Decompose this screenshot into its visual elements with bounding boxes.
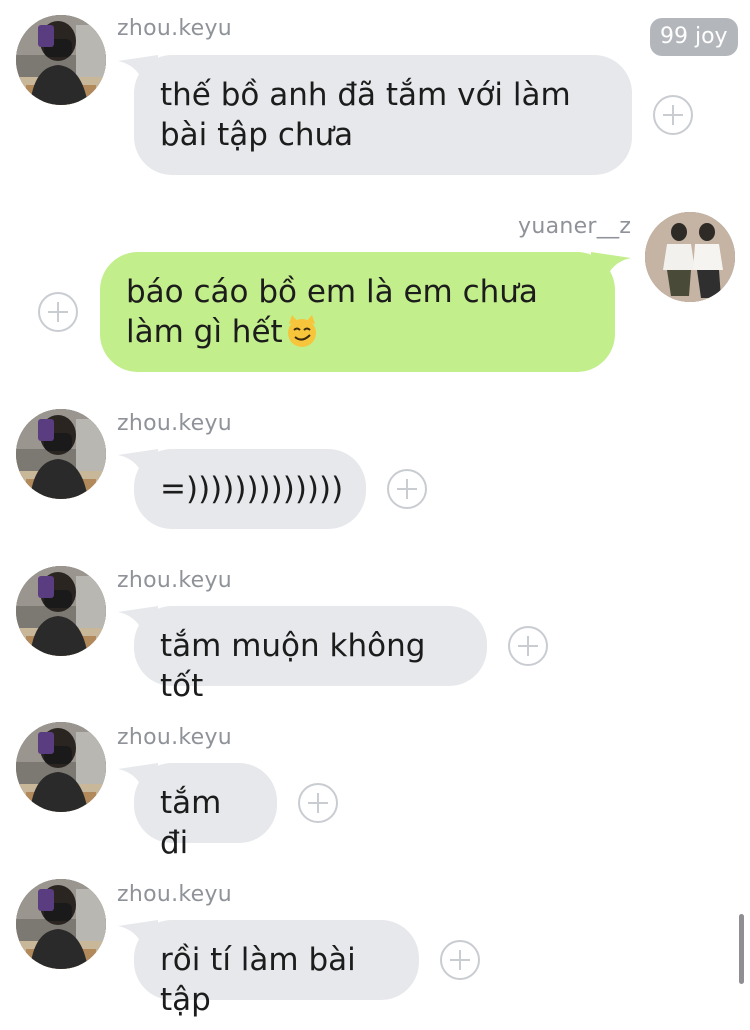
avatar[interactable] (16, 722, 106, 812)
add-reaction-button[interactable] (653, 95, 693, 135)
message-bubble[interactable]: =))))))))))))) (118, 449, 366, 529)
sender-name[interactable]: zhou.keyu (117, 568, 232, 593)
message-text: =))))))))))))) (160, 471, 344, 507)
avatar[interactable] (645, 212, 735, 302)
avatar[interactable] (16, 879, 106, 969)
avatar[interactable] (16, 409, 106, 499)
message-text: thế bồ anh đã tắm với làm bài tập chưa (160, 77, 571, 153)
avatar[interactable] (16, 566, 106, 656)
add-reaction-button[interactable] (298, 783, 338, 823)
message-text: tắm đi (160, 785, 222, 861)
add-reaction-button[interactable] (440, 940, 480, 980)
message-bubble[interactable]: báo cáo bồ em là em chưa làm gì hết (100, 252, 631, 372)
sender-name[interactable]: zhou.keyu (117, 16, 232, 41)
avatar[interactable] (16, 15, 106, 105)
message-text: rồi tí làm bài tập (160, 942, 356, 1018)
message-bubble[interactable]: tắm muộn không tốt (118, 606, 487, 704)
joy-count-badge[interactable]: 99 joy (650, 18, 738, 56)
scrollbar[interactable] (739, 914, 744, 984)
sender-name[interactable]: zhou.keyu (117, 725, 232, 750)
add-reaction-button[interactable] (387, 469, 427, 509)
message-bubble[interactable]: rồi tí làm bài tập (118, 920, 419, 1018)
add-reaction-button[interactable] (508, 626, 548, 666)
sender-name[interactable]: yuaner__z (518, 214, 631, 239)
sender-name[interactable]: zhou.keyu (117, 411, 232, 436)
smirking-cat-emoji (286, 314, 317, 348)
message-text: tắm muộn không tốt (160, 628, 426, 704)
add-reaction-button[interactable] (38, 292, 78, 332)
message-bubble[interactable]: tắm đi (118, 763, 277, 861)
message-text: báo cáo bồ em là em chưa làm gì hết (126, 274, 538, 350)
message-bubble[interactable]: thế bồ anh đã tắm với làm bài tập chưa (118, 55, 632, 175)
sender-name[interactable]: zhou.keyu (117, 882, 232, 907)
